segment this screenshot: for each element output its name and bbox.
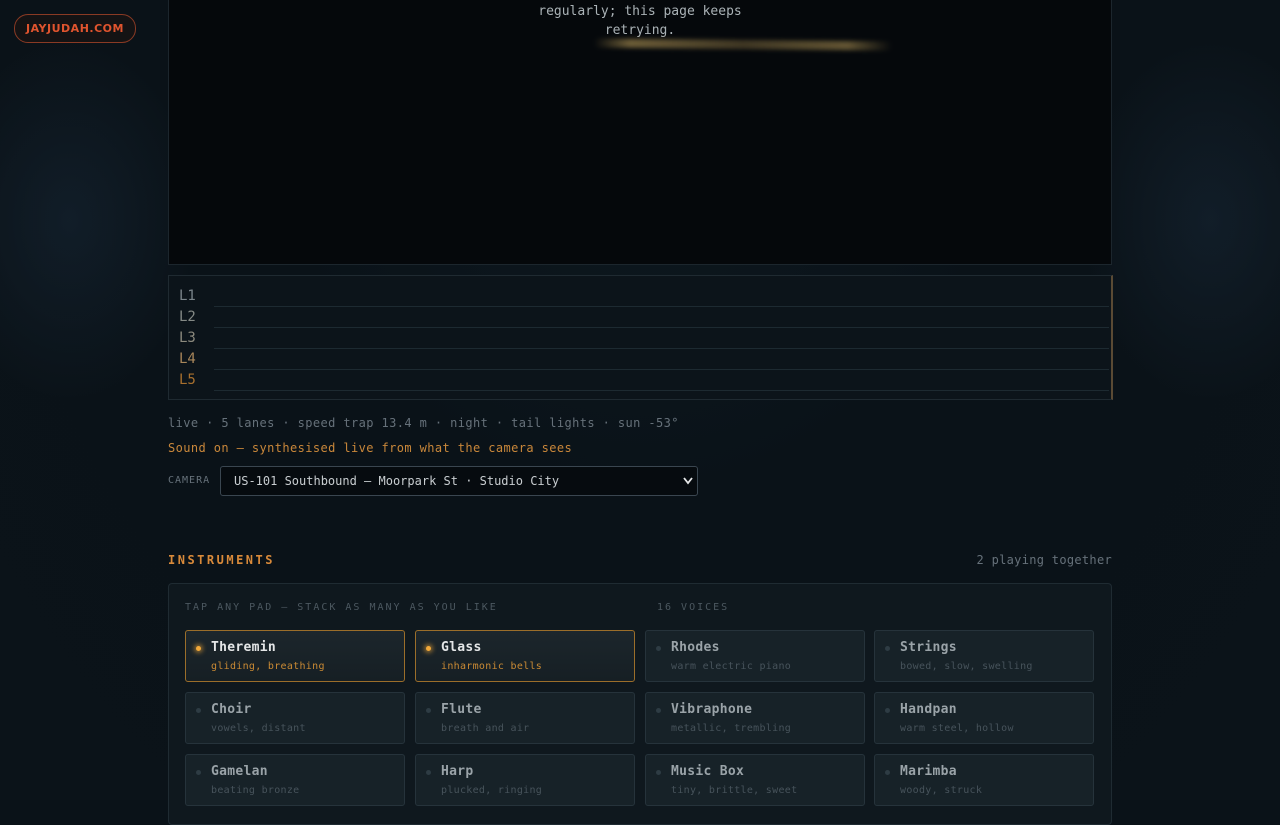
lane-activity-panel: L1 L2 L3 L4 L5 [168, 275, 1113, 400]
pad-indicator [885, 646, 890, 651]
lane-row: L5 [169, 370, 1111, 391]
pad-description: plucked, ringing [441, 785, 543, 796]
voice-count: 16 VOICES [657, 602, 730, 613]
camera-feed: regularly; this page keeps retrying. [168, 0, 1112, 265]
pad-rhodes[interactable]: Rhodes warm electric piano [645, 630, 865, 682]
sound-status: Sound on — synthesised live from what th… [168, 441, 573, 455]
pad-indicator [196, 708, 201, 713]
camera-feed-message-line-2: retrying. [604, 23, 676, 38]
pad-name: Handpan [900, 702, 957, 717]
pad-indicator [196, 646, 201, 651]
tail-light-streak [593, 38, 893, 51]
pad-indicator [656, 770, 661, 775]
lane-track [214, 390, 1109, 391]
pad-indicator [426, 770, 431, 775]
pad-music-box[interactable]: Music Box tiny, brittle, sweet [645, 754, 865, 806]
pad-indicator [656, 708, 661, 713]
pad-name: Flute [441, 702, 482, 717]
lane-label: L2 [179, 309, 196, 325]
pad-name: Gamelan [211, 764, 268, 779]
lane-label: L5 [179, 372, 196, 388]
instruments-playing-count: 2 playing together [976, 553, 1112, 567]
pad-name: Marimba [900, 764, 957, 779]
lane-row: L2 [169, 307, 1111, 328]
pad-name: Glass [441, 640, 482, 655]
pad-name: Choir [211, 702, 252, 717]
pad-flute[interactable]: Flute breath and air [415, 692, 635, 744]
pad-indicator [426, 646, 431, 651]
pad-gamelan[interactable]: Gamelan beating bronze [185, 754, 405, 806]
pad-glass[interactable]: Glass inharmonic bells [415, 630, 635, 682]
pad-name: Theremin [211, 640, 277, 655]
pad-theremin[interactable]: Theremin gliding, breathing [185, 630, 405, 682]
pad-indicator [656, 646, 661, 651]
instruments-heading: INSTRUMENTS [168, 553, 275, 567]
pad-description: warm electric piano [671, 661, 792, 672]
instrument-pad-panel: TAP ANY PAD — STACK AS MANY AS YOU LIKE … [168, 583, 1112, 825]
camera-feed-message-line-1: regularly; this page keeps [538, 4, 742, 19]
pad-handpan[interactable]: Handpan warm steel, hollow [874, 692, 1094, 744]
pad-description: gliding, breathing [211, 661, 325, 672]
chevron-down-icon [682, 466, 694, 507]
lane-label: L3 [179, 330, 196, 346]
pad-marimba[interactable]: Marimba woody, struck [874, 754, 1094, 806]
pad-description: metallic, trembling [671, 723, 792, 734]
pad-indicator [885, 708, 890, 713]
camera-feed-message: regularly; this page keeps retrying. [169, 2, 1111, 40]
pad-description: beating bronze [211, 785, 300, 796]
lane-label: L1 [179, 288, 196, 304]
pad-description: vowels, distant [211, 723, 306, 734]
pad-name: Vibraphone [671, 702, 753, 717]
camera-select[interactable]: US-101 Southbound — Moorpark St · Studio… [220, 466, 698, 496]
pad-indicator [196, 770, 201, 775]
pad-indicator [885, 770, 890, 775]
lane-row: L1 [169, 286, 1111, 307]
pad-name: Harp [441, 764, 474, 779]
pad-strings[interactable]: Strings bowed, slow, swelling [874, 630, 1094, 682]
pad-hint: TAP ANY PAD — STACK AS MANY AS YOU LIKE [185, 602, 498, 613]
pad-indicator [426, 708, 431, 713]
pad-description: breath and air [441, 723, 530, 734]
lane-row: L4 [169, 349, 1111, 370]
pad-description: woody, struck [900, 785, 983, 796]
pad-harp[interactable]: Harp plucked, ringing [415, 754, 635, 806]
pad-name: Music Box [671, 764, 745, 779]
pad-name: Strings [900, 640, 957, 655]
site-logo-link[interactable]: JAYJUDAH.COM [14, 14, 136, 43]
pad-description: warm steel, hollow [900, 723, 1014, 734]
pad-description: bowed, slow, swelling [900, 661, 1033, 672]
pad-choir[interactable]: Choir vowels, distant [185, 692, 405, 744]
lane-row: L3 [169, 328, 1111, 349]
camera-label: CAMERA [168, 475, 211, 486]
pad-description: inharmonic bells [441, 661, 543, 672]
lane-label: L4 [179, 351, 196, 367]
pad-vibraphone[interactable]: Vibraphone metallic, trembling [645, 692, 865, 744]
pad-description: tiny, brittle, sweet [671, 785, 798, 796]
camera-select-value: US-101 Southbound — Moorpark St · Studio… [234, 474, 560, 488]
feed-status: live · 5 lanes · speed trap 13.4 m · nig… [168, 416, 679, 430]
pad-name: Rhodes [671, 640, 720, 655]
